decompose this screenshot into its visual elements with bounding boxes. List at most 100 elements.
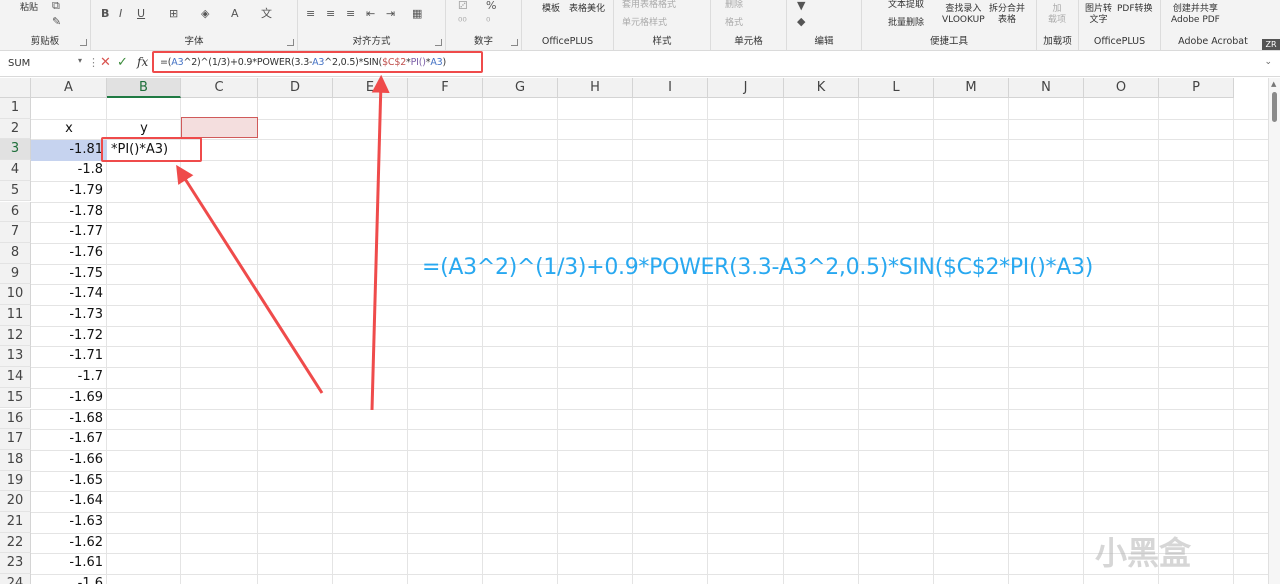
phonetic-icon[interactable]: 文 — [261, 8, 272, 20]
expand-formula-bar-icon[interactable]: ⌄ — [1264, 57, 1272, 67]
column-header-g[interactable]: G — [483, 78, 558, 98]
dialog-launcher-icon[interactable] — [80, 39, 87, 46]
row-header-8[interactable]: 8 — [0, 242, 31, 264]
cell-a6[interactable]: -1.78 — [31, 202, 107, 223]
increase-indent-icon[interactable]: ⇥ — [386, 8, 395, 20]
cell-a10[interactable]: -1.74 — [31, 284, 107, 305]
batch-delete-button[interactable]: 批量删除 — [888, 18, 924, 29]
cell-a18[interactable]: -1.66 — [31, 450, 107, 471]
row-header-15[interactable]: 15 — [0, 387, 31, 409]
cancel-icon[interactable]: ✕ — [100, 55, 111, 70]
lookup-button[interactable]: 查找录入 VLOOKUP — [942, 4, 985, 26]
row-header-23[interactable]: 23 — [0, 553, 31, 575]
row-header-17[interactable]: 17 — [0, 429, 31, 450]
decimal-icon[interactable]: ⁰⁰ — [458, 16, 467, 28]
row-header-3[interactable]: 3 — [0, 139, 31, 161]
cell-a13[interactable]: -1.71 — [31, 346, 107, 367]
row-header-24[interactable]: 24 — [0, 574, 31, 584]
enter-icon[interactable]: ✓ — [117, 55, 128, 70]
image-to-text-button[interactable]: 图片转 文字 — [1085, 4, 1112, 26]
dialog-launcher-icon[interactable] — [435, 39, 442, 46]
column-header-l[interactable]: L — [859, 78, 934, 98]
border-icon[interactable]: ⊞ — [169, 8, 178, 20]
cell-a19[interactable]: -1.65 — [31, 471, 107, 492]
row-header-9[interactable]: 9 — [0, 263, 31, 285]
currency-icon[interactable]: ⚂ — [458, 0, 468, 12]
worksheet-grid[interactable]: ABCDEFGHIJKLMNOP 1 2 3 4 5 6 7 8 9 10 11 12 13 14 15 16… — [0, 78, 1268, 584]
dialog-launcher-icon[interactable] — [287, 39, 294, 46]
column-header-c[interactable]: C — [181, 78, 258, 98]
copy-icon[interactable]: ⧉ — [52, 0, 60, 12]
decimal-decrease-icon[interactable]: ⁰ — [486, 16, 490, 28]
cell-a3[interactable]: -1.81 — [31, 140, 107, 161]
cell-a21[interactable]: -1.63 — [31, 512, 107, 533]
bold-icon[interactable]: B — [101, 8, 109, 20]
row-header-14[interactable]: 14 — [0, 367, 31, 388]
row-header-19[interactable]: 19 — [0, 470, 31, 492]
column-header-h[interactable]: H — [558, 78, 633, 98]
italic-icon[interactable]: I — [119, 8, 122, 20]
column-header-d[interactable]: D — [258, 78, 333, 98]
cell-a14[interactable]: -1.7 — [31, 367, 107, 388]
addins-button[interactable]: 加载项 — [1048, 4, 1066, 26]
table-beautify-button[interactable]: 表格美化 — [569, 4, 605, 15]
align-left-icon[interactable]: ≡ — [306, 8, 315, 20]
template-button[interactable]: 模板 — [542, 4, 560, 15]
column-header-e[interactable]: E — [333, 78, 408, 98]
row-header-13[interactable]: 13 — [0, 346, 31, 368]
cell-a16[interactable]: -1.68 — [31, 409, 107, 430]
scroll-up-icon[interactable]: ▲ — [1271, 80, 1276, 88]
column-header-f[interactable]: F — [408, 78, 483, 98]
row-header-16[interactable]: 16 — [0, 408, 31, 430]
row-header-7[interactable]: 7 — [0, 222, 31, 243]
pdf-convert-button[interactable]: PDF转换 — [1117, 4, 1153, 15]
row-header-18[interactable]: 18 — [0, 449, 31, 471]
cell-a15[interactable]: -1.69 — [31, 388, 107, 409]
column-header-a[interactable]: A — [31, 78, 107, 98]
text-extract-button[interactable]: 文本提取 — [888, 0, 924, 11]
fill-color-icon[interactable]: ◈ — [201, 8, 209, 20]
row-header-5[interactable]: 5 — [0, 180, 31, 202]
chevron-down-icon[interactable]: ▾ — [78, 56, 82, 65]
column-header-n[interactable]: N — [1009, 78, 1084, 98]
cell-a5[interactable]: -1.79 — [31, 181, 107, 202]
decrease-indent-icon[interactable]: ⇤ — [366, 8, 375, 20]
merge-icon[interactable]: ▦ — [412, 8, 422, 20]
cell-a11[interactable]: -1.73 — [31, 305, 107, 326]
row-header-2[interactable]: 2 — [0, 118, 31, 140]
row-header-20[interactable]: 20 — [0, 491, 31, 512]
format-button[interactable]: 格式 — [725, 18, 743, 29]
table-format-button[interactable]: 套用表格格式 — [622, 0, 676, 11]
insert-function-icon[interactable]: fx — [137, 55, 148, 69]
column-header-o[interactable]: O — [1084, 78, 1159, 98]
row-header-11[interactable]: 11 — [0, 305, 31, 326]
column-header-p[interactable]: P — [1159, 78, 1234, 98]
cell-a7[interactable]: -1.77 — [31, 222, 107, 243]
align-center-icon[interactable]: ≡ — [326, 8, 335, 20]
cell-c2[interactable] — [181, 117, 258, 138]
paste-button[interactable]: 粘贴 — [20, 3, 38, 14]
dialog-launcher-icon[interactable] — [511, 39, 518, 46]
format-painter-icon[interactable]: ✎ — [52, 16, 61, 28]
row-header-10[interactable]: 10 — [0, 284, 31, 305]
row-header-4[interactable]: 4 — [0, 160, 31, 181]
align-right-icon[interactable]: ≡ — [346, 8, 355, 20]
create-pdf-button[interactable]: 创建并共享 Adobe PDF — [1171, 4, 1220, 26]
delete-button[interactable]: 删除 — [725, 0, 743, 11]
cell-style-button[interactable]: 单元格样式 — [622, 18, 667, 29]
row-header-12[interactable]: 12 — [0, 325, 31, 347]
underline-icon[interactable]: U — [137, 8, 145, 20]
name-box[interactable]: SUM — [4, 55, 78, 73]
column-header-m[interactable]: M — [934, 78, 1009, 98]
cell-a4[interactable]: -1.8 — [31, 160, 107, 181]
clear-icon[interactable]: ◆ — [797, 16, 805, 28]
split-merge-button[interactable]: 拆分合并 表格 — [989, 4, 1025, 26]
cell-a22[interactable]: -1.62 — [31, 533, 107, 554]
cell-a23[interactable]: -1.61 — [31, 553, 107, 574]
font-color-icon[interactable]: A — [231, 8, 239, 20]
row-header-1[interactable]: 1 — [0, 98, 31, 119]
row-header-22[interactable]: 22 — [0, 532, 31, 554]
cell-a8[interactable]: -1.76 — [31, 243, 107, 264]
percent-icon[interactable]: % — [486, 0, 496, 12]
scrollbar-thumb[interactable] — [1272, 92, 1277, 122]
